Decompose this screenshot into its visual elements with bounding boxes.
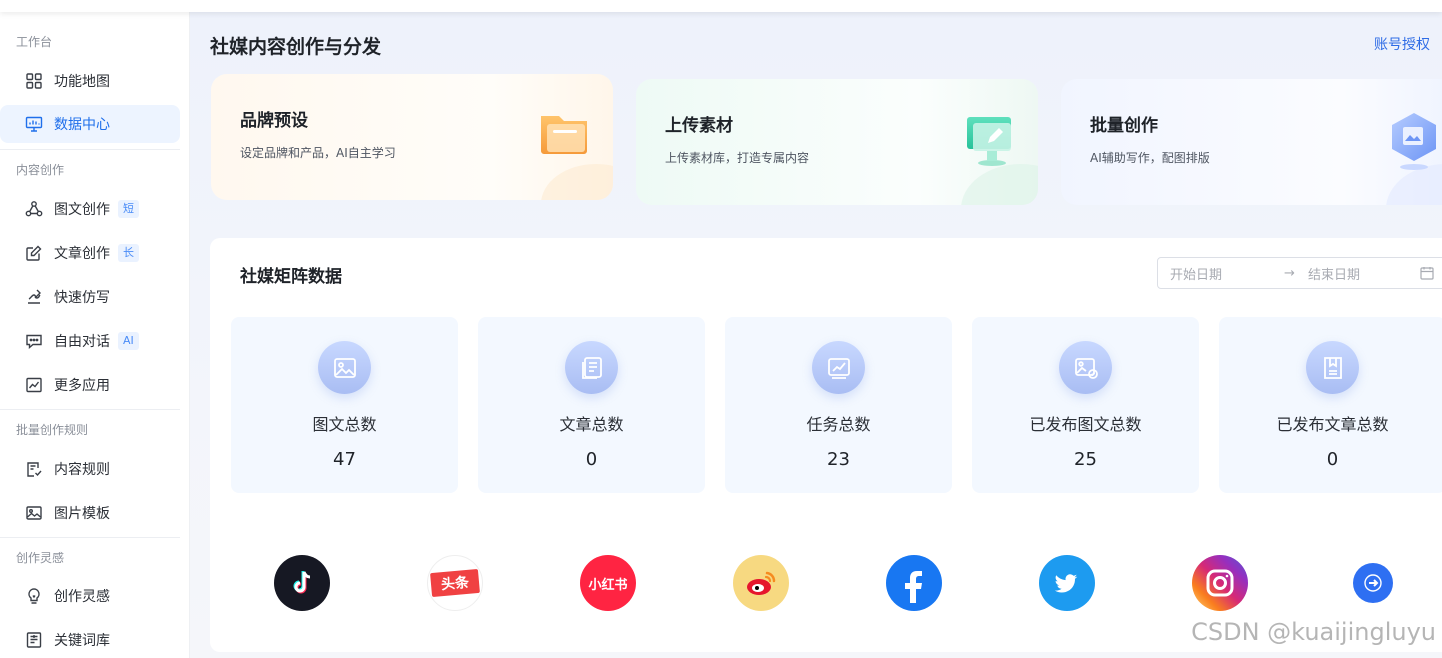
divider xyxy=(0,409,180,410)
end-date-input[interactable]: 结束日期 xyxy=(1308,264,1360,283)
batch-image-icon xyxy=(1383,109,1442,171)
range-arrow-icon: → xyxy=(1284,265,1295,281)
sidebar-item-label: 关键词库 xyxy=(54,633,110,649)
quick-write-icon xyxy=(24,287,44,307)
batch-creation-card[interactable]: 批量创作 AI辅助写作，配图排版 xyxy=(1061,79,1442,205)
stat-value: 0 xyxy=(1326,449,1339,470)
grid-icon xyxy=(24,71,44,91)
card-desc: 设定品牌和产品，AI自主学习 xyxy=(240,146,396,160)
stat-value: 25 xyxy=(1074,449,1097,470)
sidebar-item-more-apps[interactable]: 更多应用 xyxy=(0,366,180,404)
stat-value: 0 xyxy=(585,449,598,470)
published-article-icon xyxy=(1306,341,1359,394)
lightbulb-icon xyxy=(24,586,44,606)
sidebar-item-label: 自由对话 xyxy=(54,334,110,350)
rules-icon xyxy=(24,459,44,479)
edit-note-icon xyxy=(24,243,44,263)
divider xyxy=(0,149,180,150)
stat-label: 已发布文章总数 xyxy=(1276,415,1389,434)
stat-label: 任务总数 xyxy=(806,415,871,434)
sidebar-section-title: 工作台 xyxy=(16,35,53,49)
weibo-icon[interactable] xyxy=(733,555,789,611)
stat-card-published-image-text-total: 已发布图文总数 25 xyxy=(972,317,1199,493)
sidebar-item-image-templates[interactable]: 图片模板 xyxy=(0,494,180,532)
chat-icon xyxy=(24,331,44,351)
stat-value: 23 xyxy=(827,449,850,470)
sidebar-item-function-map[interactable]: 功能地图 xyxy=(0,62,180,100)
stat-card-article-total: 文章总数 0 xyxy=(478,317,705,493)
card-title: 品牌预设 xyxy=(240,111,308,131)
sidebar-item-quick-imitation[interactable]: 快速仿写 xyxy=(0,278,180,316)
document-stack-icon xyxy=(565,341,618,394)
sidebar-item-label: 功能地图 xyxy=(54,74,110,90)
sidebar-item-content-rules[interactable]: 内容规则 xyxy=(0,450,180,488)
date-range-picker[interactable]: 开始日期 → 结束日期 xyxy=(1157,257,1442,289)
calendar-icon xyxy=(1420,266,1434,280)
stat-value: 47 xyxy=(333,449,356,470)
stat-card-image-text-total: 图文总数 47 xyxy=(231,317,458,493)
toutiao-icon[interactable]: 头条 xyxy=(427,555,483,611)
sidebar-item-label: 数据中心 xyxy=(54,117,110,133)
card-desc: AI辅助写作，配图排版 xyxy=(1090,151,1210,165)
divider xyxy=(0,537,180,538)
folder-icon xyxy=(533,104,595,166)
sidebar-item-label: 文章创作 xyxy=(54,246,110,262)
stat-card-task-total: 任务总数 23 xyxy=(725,317,952,493)
published-image-icon xyxy=(1059,341,1112,394)
sidebar-item-label: 更多应用 xyxy=(54,378,110,394)
panel-title: 社媒矩阵数据 xyxy=(240,267,342,287)
upload-monitor-icon xyxy=(961,109,1023,171)
stat-label: 图文总数 xyxy=(312,415,377,434)
main-content: 社媒内容创作与分发 账号授权 品牌预设 设定品牌和产品，AI自主学习 上传素材 … xyxy=(190,12,1442,658)
sidebar-item-label: 创作灵感 xyxy=(54,589,110,605)
upload-material-card[interactable]: 上传素材 上传素材库，打造专属内容 xyxy=(636,79,1038,205)
facebook-icon[interactable] xyxy=(886,555,942,611)
nodes-icon xyxy=(24,199,44,219)
next-platforms-button[interactable] xyxy=(1353,563,1393,603)
xiaohongshu-icon[interactable]: 小红书 xyxy=(580,555,636,611)
sidebar-section-title: 内容创作 xyxy=(16,163,65,177)
sidebar-section-title: 创作灵感 xyxy=(16,551,65,565)
account-authorization-link[interactable]: 账号授权 xyxy=(1374,34,1430,54)
card-title: 上传素材 xyxy=(665,116,733,136)
ai-tag: AI xyxy=(118,332,139,350)
decor-blob xyxy=(541,164,613,200)
sidebar-item-image-text-creation[interactable]: 图文创作 短 xyxy=(0,190,180,228)
sidebar-item-article-creation[interactable]: 文章创作 长 xyxy=(0,234,180,272)
arrow-right-icon xyxy=(1364,574,1382,592)
top-shadow-bar xyxy=(0,0,1442,12)
stat-label: 已发布图文总数 xyxy=(1029,415,1142,434)
monitor-icon xyxy=(24,114,44,134)
card-desc: 上传素材库，打造专属内容 xyxy=(665,151,810,165)
sidebar-section-title: 批量创作规则 xyxy=(16,423,89,437)
sidebar-item-label: 内容规则 xyxy=(54,462,110,478)
keyword-library-icon xyxy=(24,630,44,650)
watermark: CSDN @kuaijingluyu xyxy=(1191,618,1436,646)
stat-label: 文章总数 xyxy=(559,415,624,434)
sidebar-item-free-chat[interactable]: 自由对话 AI xyxy=(0,322,180,360)
chart-app-icon xyxy=(24,375,44,395)
short-tag: 短 xyxy=(118,200,139,218)
trend-board-icon xyxy=(812,341,865,394)
instagram-icon[interactable] xyxy=(1192,555,1248,611)
toutiao-badge: 头条 xyxy=(430,568,480,598)
sidebar-item-inspiration[interactable]: 创作灵感 xyxy=(0,577,180,615)
twitter-icon[interactable] xyxy=(1039,555,1095,611)
sidebar-item-keyword-library[interactable]: 关键词库 xyxy=(0,621,180,658)
page-title: 社媒内容创作与分发 xyxy=(210,36,382,58)
sidebar: 工作台 功能地图 数据中心 内容创作 图文创作 短 文章创作 长 快速仿写 自由… xyxy=(0,12,190,658)
sidebar-item-label: 图文创作 xyxy=(54,202,110,218)
social-matrix-panel: 社媒矩阵数据 开始日期 → 结束日期 图文总数 47 文章总数 0 任务总数 2… xyxy=(210,238,1442,652)
sidebar-item-data-center[interactable]: 数据中心 xyxy=(0,105,180,143)
long-tag: 长 xyxy=(118,244,139,262)
picture-card-icon xyxy=(318,341,371,394)
start-date-input[interactable]: 开始日期 xyxy=(1170,264,1222,283)
sidebar-item-label: 快速仿写 xyxy=(54,290,110,306)
brand-preset-card[interactable]: 品牌预设 设定品牌和产品，AI自主学习 xyxy=(211,74,613,200)
image-template-icon xyxy=(24,503,44,523)
sidebar-item-label: 图片模板 xyxy=(54,506,110,522)
card-title: 批量创作 xyxy=(1090,116,1158,136)
tiktok-icon[interactable] xyxy=(274,555,330,611)
stat-card-published-article-total: 已发布文章总数 0 xyxy=(1219,317,1442,493)
